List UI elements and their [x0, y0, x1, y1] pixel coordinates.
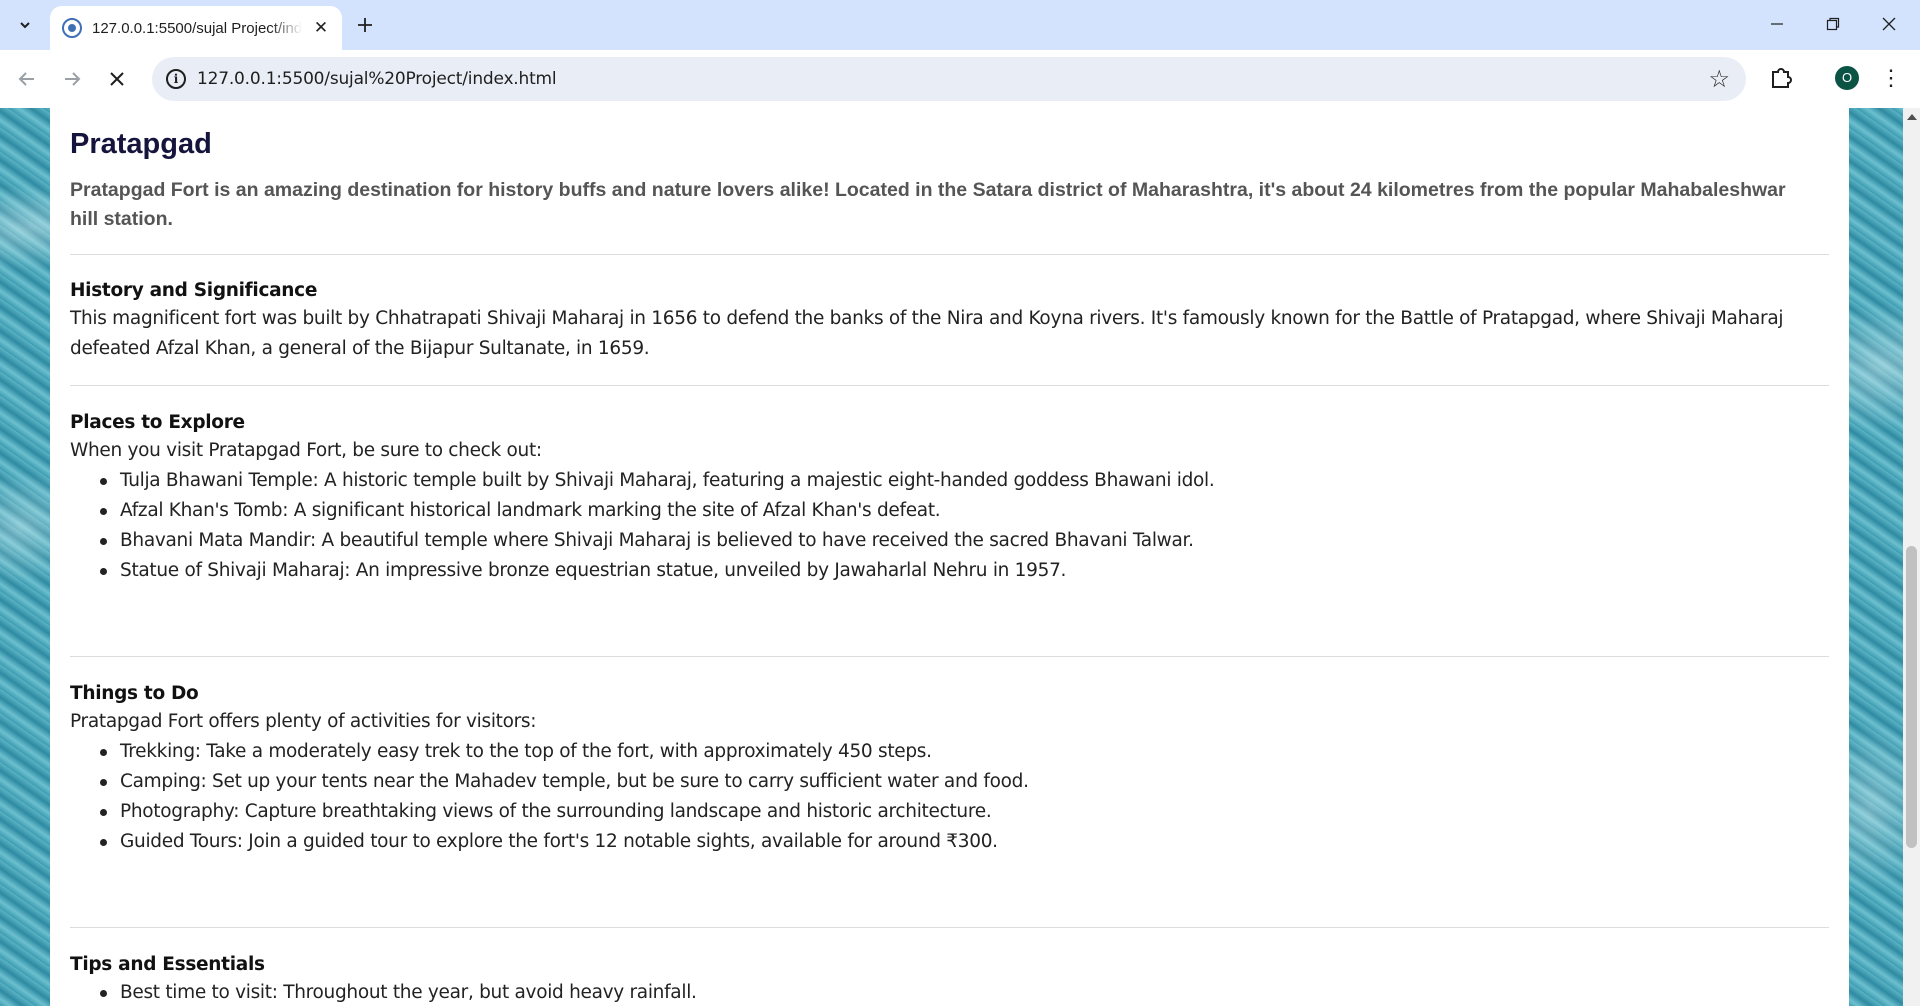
arrow-right-icon	[65, 72, 81, 86]
history-text: This magnificent fort was built by Chhat…	[70, 308, 1784, 359]
vertical-scrollbar[interactable]	[1903, 108, 1920, 1006]
minimize-button[interactable]	[1754, 8, 1800, 40]
tab-strip: 127.0.0.1:5500/sujal Project/index.html …	[0, 0, 1920, 50]
stop-loading-button[interactable]	[101, 63, 133, 95]
favicon-icon	[62, 18, 82, 38]
page-title: Pratapgad	[70, 128, 212, 160]
main-content: Pratapgad Pratapgad Fort is an amazing d…	[50, 108, 1849, 1006]
list-item: Afzal Khan's Tomb: A significant histori…	[70, 496, 1214, 526]
url-text[interactable]: 127.0.0.1:5500/sujal%20Project/index.htm…	[197, 69, 557, 89]
list-item: Guided Tours: Join a guided tour to expl…	[70, 827, 1029, 857]
places-intro: When you visit Pratapgad Fort, be sure t…	[70, 440, 542, 461]
browser-toolbar: i 127.0.0.1:5500/sujal%20Project/index.h…	[0, 50, 1920, 108]
close-icon	[1882, 17, 1896, 31]
plus-icon	[358, 18, 372, 32]
forward-button[interactable]	[56, 63, 88, 95]
places-heading: Places to Explore	[70, 412, 245, 433]
list-item: Tulja Bhawani Temple: A historic temple …	[70, 466, 1215, 496]
chevron-down-icon	[20, 22, 30, 29]
extensions-button[interactable]	[1766, 63, 1796, 93]
close-window-button[interactable]	[1866, 8, 1912, 40]
divider	[70, 656, 1829, 657]
list-item: Trekking: Take a moderately easy trek to…	[70, 737, 1029, 767]
restore-icon	[1826, 17, 1840, 31]
things-list: Trekking: Take a moderately easy trek to…	[70, 737, 1029, 857]
active-tab[interactable]: 127.0.0.1:5500/sujal Project/index.html …	[50, 6, 342, 50]
address-bar[interactable]: i 127.0.0.1:5500/sujal%20Project/index.h…	[152, 57, 1746, 101]
close-icon	[110, 72, 124, 86]
list-item: Statue of Shivaji Maharaj: An impressive…	[70, 556, 1214, 586]
divider	[70, 927, 1829, 928]
list-item: Best time to visit: Throughout the year,…	[70, 978, 697, 1006]
divider	[70, 385, 1829, 386]
history-heading: History and Significance	[70, 280, 318, 301]
restore-button[interactable]	[1810, 8, 1856, 40]
tips-list: Best time to visit: Throughout the year,…	[70, 978, 697, 1006]
things-intro: Pratapgad Fort offers plenty of activiti…	[70, 711, 537, 732]
tab-search-button[interactable]	[9, 11, 41, 39]
more-menu-icon[interactable]: ⋮	[1880, 63, 1902, 93]
scroll-up-arrow-icon[interactable]	[1907, 114, 1917, 120]
places-list: Tulja Bhawani Temple: A historic temple …	[70, 466, 1215, 586]
scrollbar-thumb[interactable]	[1906, 546, 1917, 848]
list-item: Bhavani Mata Mandir: A beautiful temple …	[70, 526, 1214, 556]
profile-avatar[interactable]: O	[1835, 66, 1859, 90]
divider	[70, 254, 1829, 255]
minimize-icon	[1771, 23, 1783, 25]
new-tab-button[interactable]	[350, 11, 380, 39]
info-icon[interactable]: i	[166, 69, 186, 89]
things-heading: Things to Do	[70, 683, 199, 704]
intro-paragraph: Pratapgad Fort is an amazing destination…	[70, 179, 1786, 230]
tips-heading: Tips and Essentials	[70, 954, 265, 975]
page-viewport: Pratapgad Pratapgad Fort is an amazing d…	[0, 108, 1903, 1006]
list-item: Camping: Set up your tents near the Maha…	[70, 767, 1029, 797]
puzzle-icon	[1772, 68, 1792, 88]
back-button[interactable]	[11, 63, 43, 95]
bookmark-star-icon[interactable]: ☆	[1708, 65, 1730, 94]
tab-title: 127.0.0.1:5500/sujal Project/index.html	[92, 19, 302, 37]
list-item: Photography: Capture breathtaking views …	[70, 797, 1029, 827]
tab-close-icon[interactable]: ✕	[310, 18, 332, 38]
arrow-left-icon	[18, 72, 34, 86]
